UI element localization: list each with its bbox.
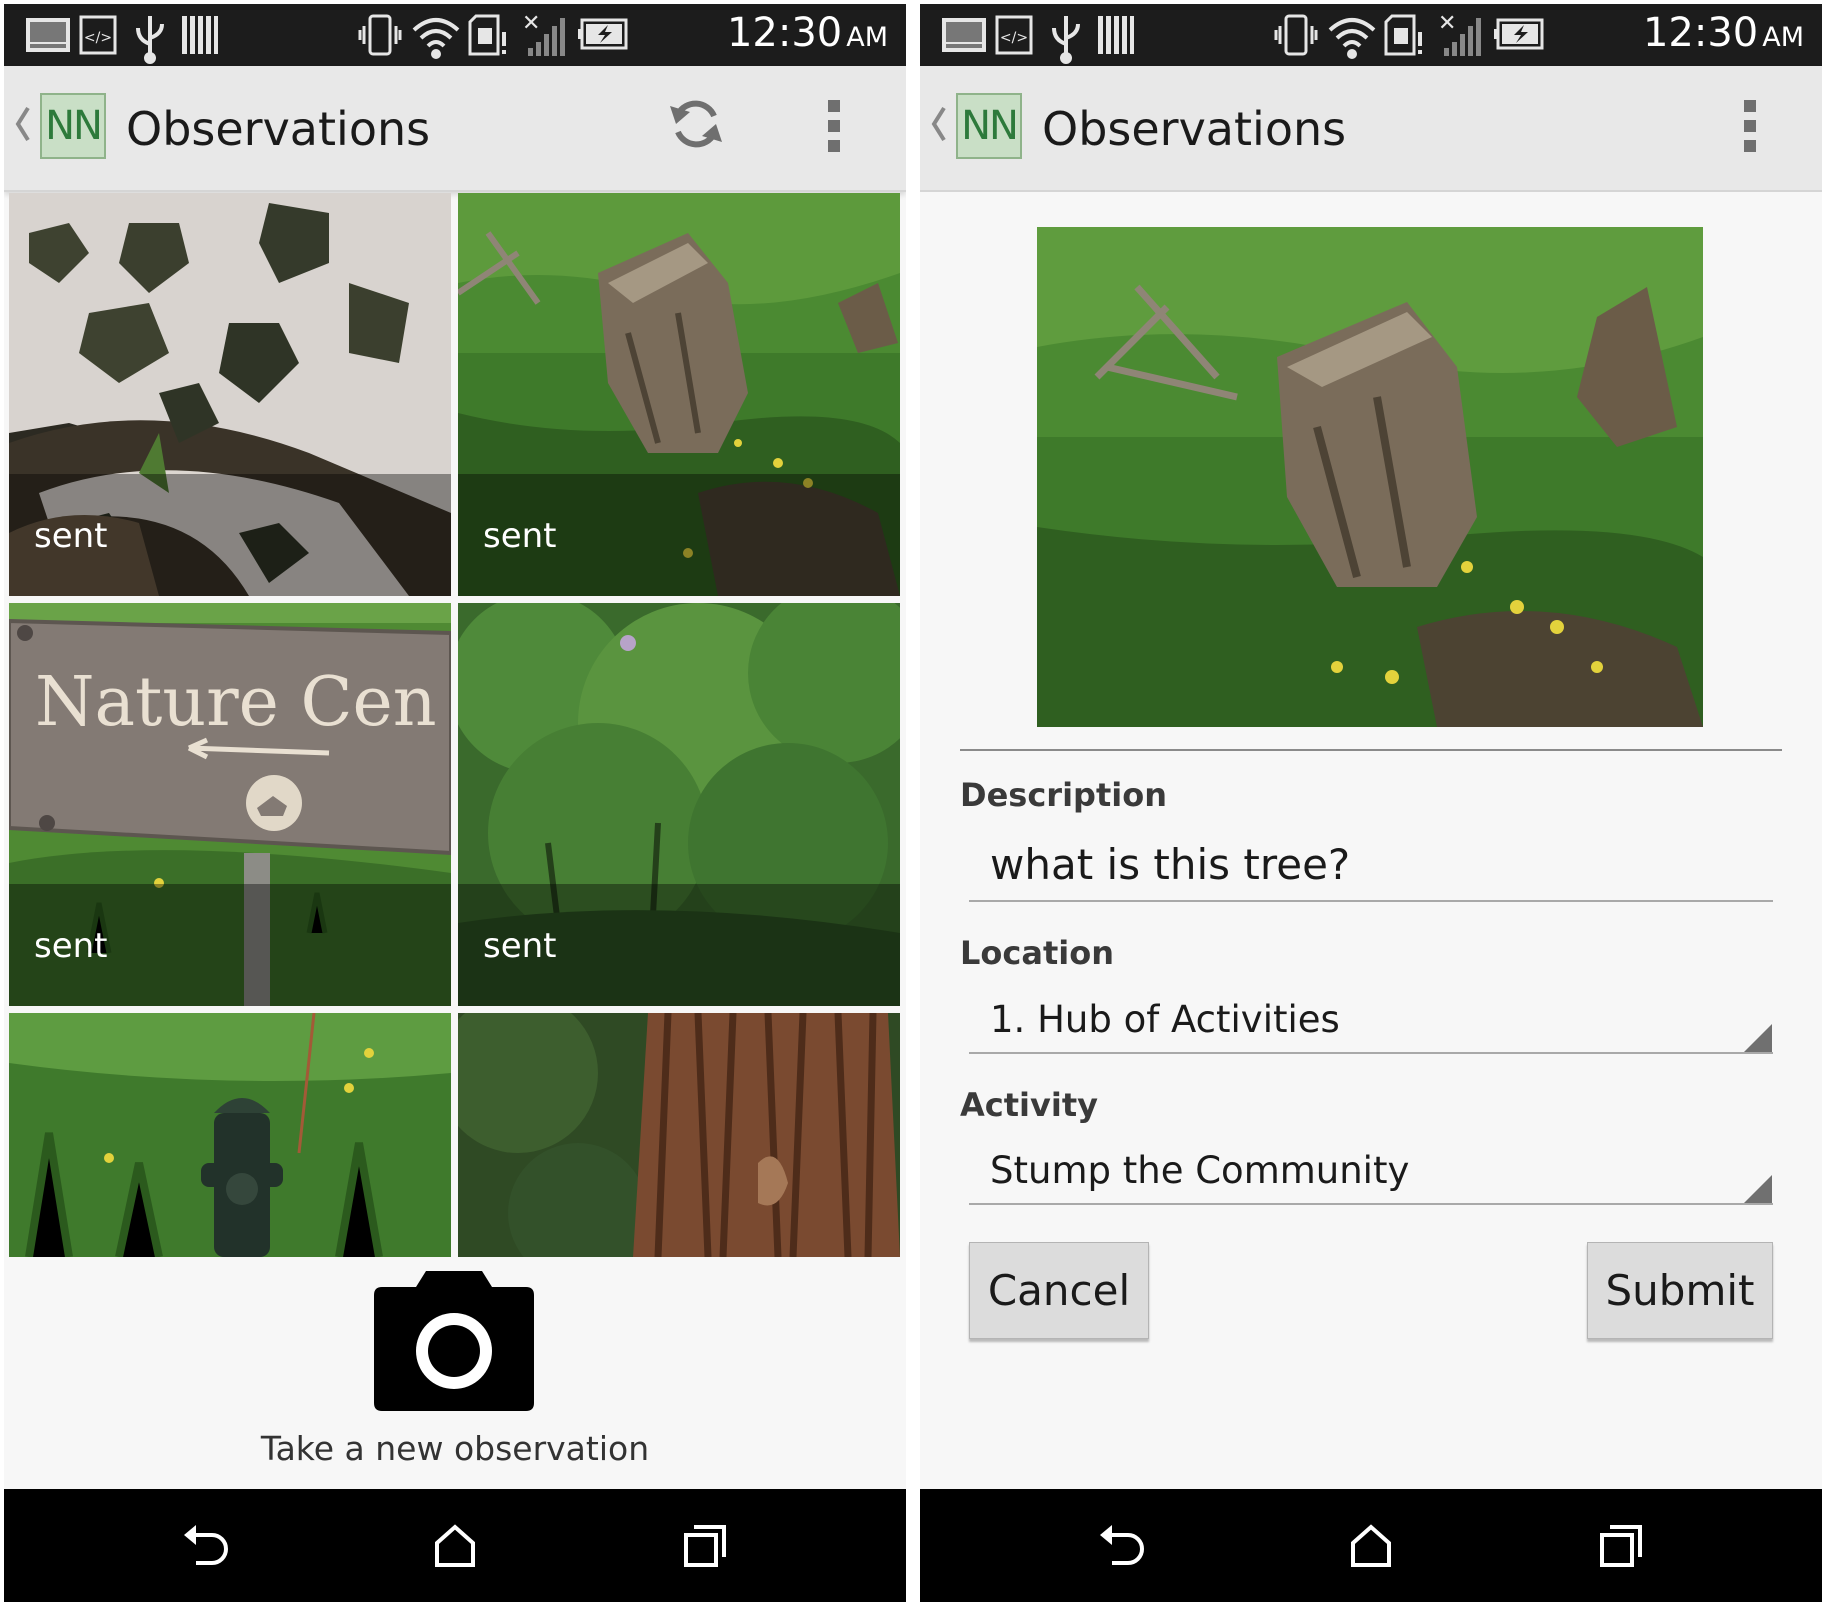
observation-photo-bark bbox=[458, 1013, 900, 1257]
recent-apps-icon[interactable] bbox=[682, 1521, 730, 1569]
observation-tile[interactable] bbox=[458, 1013, 900, 1257]
description-label: Description bbox=[960, 776, 1167, 814]
sign-text: Nature Cen bbox=[35, 663, 437, 742]
app-logo[interactable]: NN bbox=[956, 93, 1022, 159]
observations-list-screen: </> ✕ 12:30 AM NN Observations sent sent… bbox=[4, 4, 906, 1602]
barcode-icon bbox=[182, 16, 218, 54]
page-title: Observations bbox=[1042, 102, 1347, 156]
description-underline bbox=[969, 900, 1773, 902]
status-label: sent bbox=[34, 516, 108, 556]
vibrate-icon bbox=[358, 14, 402, 56]
activity-label: Activity bbox=[960, 1086, 1098, 1124]
usb-icon bbox=[1052, 16, 1080, 64]
clock-time: 12:30 bbox=[1642, 10, 1759, 56]
up-chevron-icon[interactable] bbox=[14, 104, 34, 144]
vibrate-icon bbox=[1274, 14, 1318, 56]
observation-photo bbox=[1037, 227, 1703, 727]
nav-bar bbox=[4, 1489, 906, 1602]
app-logo[interactable]: NN bbox=[40, 93, 106, 159]
location-spinner[interactable]: 1. Hub of Activities bbox=[990, 998, 1340, 1041]
location-underline bbox=[969, 1052, 1773, 1054]
location-dropdown-icon[interactable] bbox=[1744, 1024, 1774, 1054]
clock-ampm: AM bbox=[846, 22, 888, 53]
cancel-button[interactable]: Cancel bbox=[969, 1242, 1149, 1339]
observation-photo-stump bbox=[1037, 227, 1703, 727]
new-observation-screen: </> ✕ 12:30 AM NN Observations Descripti… bbox=[920, 4, 1822, 1602]
back-icon[interactable] bbox=[1098, 1521, 1146, 1569]
observation-form: Description what is this tree? Location … bbox=[920, 192, 1822, 1489]
refresh-icon[interactable] bbox=[664, 92, 728, 156]
nav-bar bbox=[920, 1489, 1822, 1602]
location-label: Location bbox=[960, 934, 1114, 972]
clock: 12:30 AM bbox=[1643, 10, 1804, 56]
clock-time: 12:30 bbox=[726, 10, 843, 56]
wifi-icon bbox=[412, 18, 460, 59]
observation-tile[interactable]: Nature Cen sent bbox=[9, 603, 451, 1006]
status-bar: </> ✕ 12:30 AM bbox=[920, 4, 1822, 66]
camera-icon[interactable] bbox=[374, 1271, 534, 1411]
action-bar: NN Observations bbox=[920, 66, 1822, 192]
wifi-icon bbox=[1328, 18, 1376, 59]
overflow-menu-icon[interactable] bbox=[1740, 98, 1760, 154]
status-label: sent bbox=[483, 926, 557, 966]
svg-text:✕: ✕ bbox=[1438, 11, 1456, 36]
page-title: Observations bbox=[126, 102, 431, 156]
action-bar: NN Observations bbox=[4, 66, 906, 192]
code-icon: </> bbox=[995, 15, 1033, 55]
svg-text:</>: </> bbox=[84, 30, 112, 46]
observation-tile[interactable]: sent bbox=[458, 193, 900, 596]
sd-card-alert-icon bbox=[1384, 14, 1422, 56]
observation-photo-hydrant bbox=[9, 1013, 451, 1257]
clock-ampm: AM bbox=[1762, 22, 1804, 53]
svg-text:</>: </> bbox=[1000, 30, 1028, 46]
overflow-menu-icon[interactable] bbox=[824, 98, 844, 154]
svg-text:✕: ✕ bbox=[522, 11, 540, 36]
activity-underline bbox=[969, 1203, 1773, 1205]
description-field[interactable]: what is this tree? bbox=[990, 840, 1350, 889]
sd-card-alert-icon bbox=[468, 14, 506, 56]
battery-charging-icon bbox=[1494, 18, 1544, 50]
observation-tile[interactable]: sent bbox=[458, 603, 900, 1006]
no-signal-icon: ✕ bbox=[1438, 11, 1481, 56]
status-label: sent bbox=[34, 926, 108, 966]
status-bar: </> ✕ 12:30 AM bbox=[4, 4, 906, 66]
status-label: sent bbox=[483, 516, 557, 556]
gallery-icon bbox=[942, 18, 986, 52]
activity-spinner[interactable]: Stump the Community bbox=[990, 1149, 1409, 1192]
observation-tile[interactable]: sent bbox=[9, 193, 451, 596]
new-observation-caption[interactable]: Take a new observation bbox=[4, 1429, 906, 1468]
activity-dropdown-icon[interactable] bbox=[1744, 1175, 1774, 1205]
up-chevron-icon[interactable] bbox=[930, 104, 950, 144]
observation-tile[interactable] bbox=[9, 1013, 451, 1257]
barcode-icon bbox=[1098, 16, 1134, 54]
usb-icon bbox=[136, 16, 164, 64]
home-icon[interactable] bbox=[1347, 1521, 1395, 1569]
photo-divider bbox=[960, 749, 1782, 751]
no-signal-icon: ✕ bbox=[522, 11, 565, 56]
code-icon: </> bbox=[79, 15, 117, 55]
observation-grid: sent sent Nature Cen sent sent bbox=[9, 193, 901, 1257]
recent-apps-icon[interactable] bbox=[1598, 1521, 1646, 1569]
new-observation-area: Take a new observation bbox=[4, 1257, 906, 1489]
back-icon[interactable] bbox=[182, 1521, 230, 1569]
clock: 12:30 AM bbox=[727, 10, 888, 56]
submit-button[interactable]: Submit bbox=[1587, 1242, 1773, 1339]
home-icon[interactable] bbox=[431, 1521, 479, 1569]
gallery-icon bbox=[26, 18, 70, 52]
battery-charging-icon bbox=[578, 18, 628, 50]
